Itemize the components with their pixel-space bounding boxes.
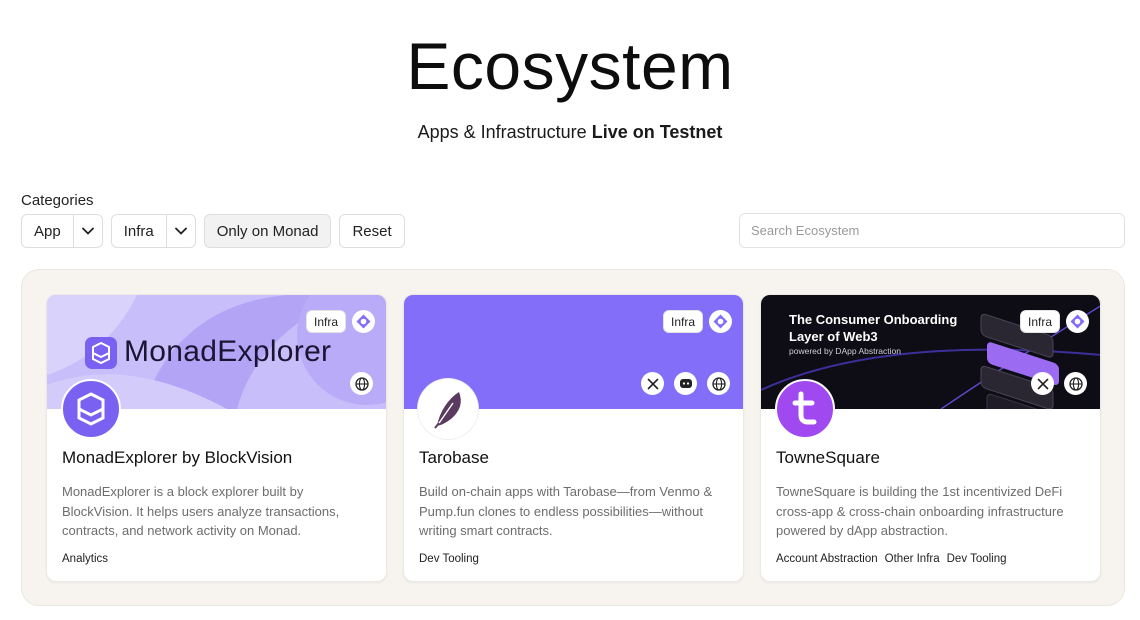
app-filter-label[interactable]: App <box>22 215 74 247</box>
reset-button[interactable]: Reset <box>339 214 405 248</box>
globe-icon[interactable] <box>350 372 373 395</box>
project-logo <box>418 379 478 439</box>
globe-icon[interactable] <box>1064 372 1087 395</box>
x-icon[interactable] <box>641 372 664 395</box>
project-name[interactable]: Tarobase <box>419 448 489 468</box>
category-badge: Infra <box>1020 310 1061 333</box>
project-description: TowneSquare is building the 1st incentiv… <box>776 484 1064 538</box>
banner-title: The Consumer Onboarding Layer of Web3 <box>789 312 958 344</box>
app-filter-dropdown[interactable]: App <box>21 214 103 248</box>
infra-filter-dropdown[interactable]: Infra <box>110 214 196 248</box>
chevron-down-icon[interactable] <box>167 215 195 247</box>
tag-list: Account Abstraction Other Infra Dev Tool… <box>776 553 1007 565</box>
page-title: Ecosystem <box>406 29 734 103</box>
tag: Dev Tooling <box>419 553 479 565</box>
subtitle-highlight: Live on Testnet <box>591 122 723 142</box>
project-card-tarobase[interactable]: Infra Tarobase Build on-chain apps with … <box>403 294 744 582</box>
project-name[interactable]: MonadExplorer by BlockVision <box>62 448 292 468</box>
chevron-down-icon[interactable] <box>74 215 102 247</box>
monadexplorer-logo-icon <box>85 337 117 369</box>
category-badge: Infra <box>663 310 704 333</box>
monad-badge-icon <box>709 310 732 333</box>
tag: Analytics <box>62 553 109 565</box>
page-subtitle: Apps & Infrastructure Live on Testnet <box>0 122 1140 143</box>
project-name[interactable]: TowneSquare <box>776 448 880 468</box>
discord-icon[interactable] <box>674 372 697 395</box>
tag-list: Dev Tooling <box>419 553 479 565</box>
category-badge: Infra <box>306 310 347 333</box>
project-card-townesquare[interactable]: The Consumer Onboarding Layer of Web3 po… <box>760 294 1101 582</box>
tag: Account Abstraction <box>776 553 878 565</box>
project-description: Build on-chain apps with Tarobase—from V… <box>419 484 713 538</box>
tag: Other Infra <box>884 553 940 565</box>
only-on-monad-button[interactable]: Only on Monad <box>203 214 332 248</box>
categories-label: Categories <box>21 192 94 209</box>
monad-badge-icon <box>352 310 375 333</box>
globe-icon[interactable] <box>707 372 730 395</box>
infra-filter-label[interactable]: Infra <box>112 215 167 247</box>
banner-wordmark: MonadExplorer <box>124 335 332 368</box>
project-logo <box>61 379 121 439</box>
banner-subtitle: powered by DApp Abstraction <box>789 346 901 356</box>
project-card-monadexplorer[interactable]: MonadExplorer Infra MonadExplorer by Blo… <box>46 294 387 582</box>
project-description: MonadExplorer is a block explorer built … <box>62 484 340 538</box>
project-logo <box>775 379 835 439</box>
x-icon[interactable] <box>1031 372 1054 395</box>
tag-list: Analytics <box>62 553 108 565</box>
monad-badge-icon <box>1066 310 1089 333</box>
filter-bar: App Infra Only on Monad Reset <box>21 214 405 248</box>
tag: Dev Tooling <box>946 553 1007 565</box>
search-input[interactable] <box>739 213 1125 248</box>
subtitle-prefix: Apps & Infrastructure <box>417 122 587 142</box>
